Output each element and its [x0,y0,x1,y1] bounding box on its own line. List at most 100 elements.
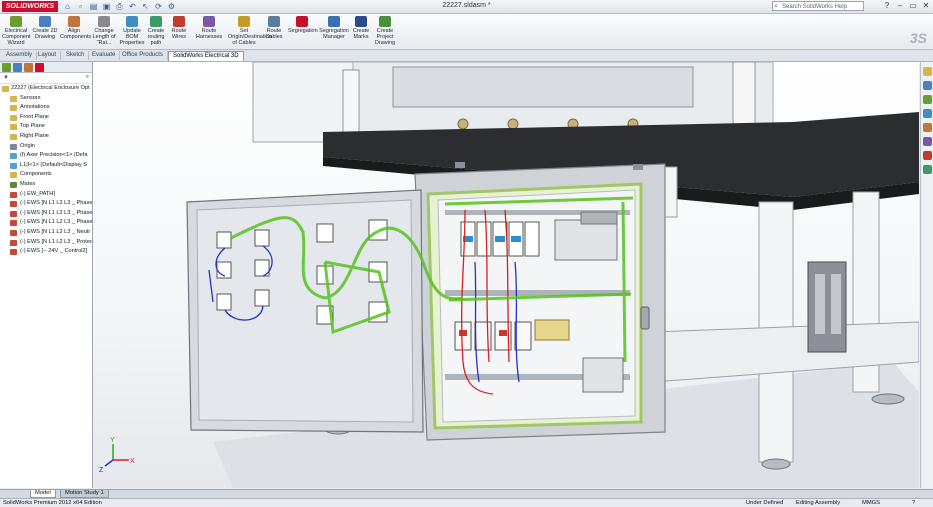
view-palette-icon[interactable] [923,109,932,118]
tab-4[interactable]: Office Products [118,51,168,60]
ribbon-command-0[interactable]: Electrical Component Wizard [2,16,30,46]
tree-item[interactable]: (-) EWS [N L1 L2 L3 _ Phase [0,199,92,209]
ds-logo-icon: 3S [909,30,927,46]
filter-icon[interactable]: ▼ [3,75,9,81]
tab-3[interactable]: Evaluate [88,51,121,60]
ribbon-command-7[interactable]: Route Harnesses [192,16,226,40]
collapse-panel-icon[interactable]: » [86,74,89,80]
window-controls: ? – ▭ ✕ [882,1,931,11]
ribbon-command-13[interactable]: Create Project Drawing [372,16,398,46]
assembly-model[interactable]: X Y Z [93,62,919,488]
file-explorer-icon[interactable] [923,95,932,104]
panel-toolbar [0,62,92,73]
tree-item[interactable]: (-) EWS [N L1 L2 L3 _ Phase [0,218,92,228]
tree-item-icon [10,229,17,236]
forum-icon[interactable] [923,165,932,174]
configuration-manager-icon[interactable] [24,63,33,72]
ribbon-command-4[interactable]: Update BOM Properties [119,16,145,46]
command-label: Route Harnesses [195,28,223,40]
close-icon[interactable]: ✕ [921,1,931,11]
restore-icon[interactable]: ▭ [908,1,918,11]
leveling-foot [761,458,791,470]
ribbon-command-8[interactable]: Set Origin/Destination of Cables [228,16,272,46]
leveling-foot [871,393,905,405]
resources-icon[interactable] [923,67,932,76]
tree-item[interactable]: Top Plane [0,122,92,132]
command-icon [150,16,162,27]
tree-root[interactable]: 22227 (Electrical Enclosure Opt [0,84,92,94]
command-label: Create Project Drawing [374,28,396,46]
tree-item[interactable]: L1|I<1> (Default<Display S [0,161,92,171]
tree-item-icon [10,143,17,150]
tree-item[interactable]: (-) EWS [-- 24V _ Control2] [0,247,92,257]
tree-item[interactable]: (f) Axer Precision<1> (Defa [0,151,92,161]
command-label: Align Components [60,28,92,40]
ribbon-command-5[interactable]: Create routing path [145,16,167,46]
tree-item[interactable]: Components [0,170,92,180]
tree-item-label: (-) EWS [N L1 L2 L3 _ Phase [20,209,92,216]
command-icon [203,16,215,27]
triad-y-label: Y [110,437,115,444]
fixture-bolt [507,118,519,130]
tree-item[interactable]: Right Plane [0,132,92,142]
tree-item-label: (f) Axer Precision<1> (Defa [20,152,88,159]
command-label: Create 2D Drawing [32,28,58,40]
custom-properties-icon[interactable] [923,137,932,146]
tree-item[interactable]: (-) EWS [N L1 L2 L3 _ Neutr [0,228,92,238]
circuit-breaker-group[interactable] [460,221,540,257]
tree-item[interactable]: (-) EWS [N L1 L2 L3 _ Protec [0,238,92,248]
tree-item-icon [10,95,17,102]
tree-item-icon [10,201,17,208]
graphics-area[interactable]: X Y Z [93,62,919,488]
tree-item-label: Annotations [20,104,50,111]
display-manager-icon[interactable] [35,63,44,72]
ribbon-command-12[interactable]: Create Marks [351,16,371,40]
ribbon-command-2[interactable]: Align Components [60,16,92,40]
command-icon [355,16,367,27]
ribbon-command-10[interactable]: Segregation [288,16,318,34]
filter-row: ▼ » [0,73,92,84]
command-icon [328,16,340,27]
tab-1[interactable]: Layout [34,51,62,60]
ribbon-command-3[interactable]: Change Length of "Rai... [90,16,118,46]
tree-item[interactable]: Sensors [0,94,92,104]
door-latch[interactable] [640,306,650,330]
tab-5[interactable]: SolidWorks Electrical 3D [168,51,244,61]
tree-item[interactable]: (-) EWS [N L1 L2 L3 _ Phase [0,209,92,219]
transformer[interactable] [582,357,624,393]
tree-item[interactable]: Annotations [0,103,92,113]
tab-0[interactable]: Assembly [2,51,38,60]
appearances-icon[interactable] [923,123,932,132]
assembly-icon [2,86,9,92]
tree-root-label: 22227 (Electrical Enclosure Opt [11,85,90,91]
bottom-tab-0[interactable]: Model [30,490,56,498]
power-supply[interactable] [554,219,618,261]
feature-tree-icon[interactable] [2,63,11,72]
tree-item[interactable]: Mates [0,180,92,190]
minimize-icon[interactable]: – [895,1,905,11]
ribbon-command-11[interactable]: Segregation Manager [318,16,350,40]
orientation-triad: X Y Z [99,437,135,474]
tree-item-icon [10,239,17,246]
ribbon-command-9[interactable]: Route Cables [262,16,286,40]
wire-duct [580,211,618,225]
design-library-icon[interactable] [923,81,932,90]
command-label: Route Cables [265,28,283,40]
tree-item[interactable]: (-) EW_PATH] [0,190,92,200]
tree-item[interactable]: Origin [0,142,92,152]
ribbon-command-6[interactable]: Route Wires [168,16,190,40]
press-plate [392,66,694,108]
enclosure-hinge [455,162,465,168]
help-icon[interactable]: ? [882,1,892,11]
tree-item[interactable]: Front Plane [0,113,92,123]
command-icon [173,16,185,27]
help-search-input[interactable]: ⌕ Search SolidWorks Help [772,1,864,11]
tree-item-label: Right Plane [20,132,49,139]
property-manager-icon[interactable] [13,63,22,72]
terminal-block[interactable] [534,319,570,341]
ribbon-command-1[interactable]: Create 2D Drawing [31,16,59,40]
tree-item-label: Mates [20,180,36,187]
tab-2[interactable]: Sketch [62,51,90,60]
electrical-icon[interactable] [923,151,932,160]
bottom-tab-1[interactable]: Motion Study 1 [60,490,109,498]
